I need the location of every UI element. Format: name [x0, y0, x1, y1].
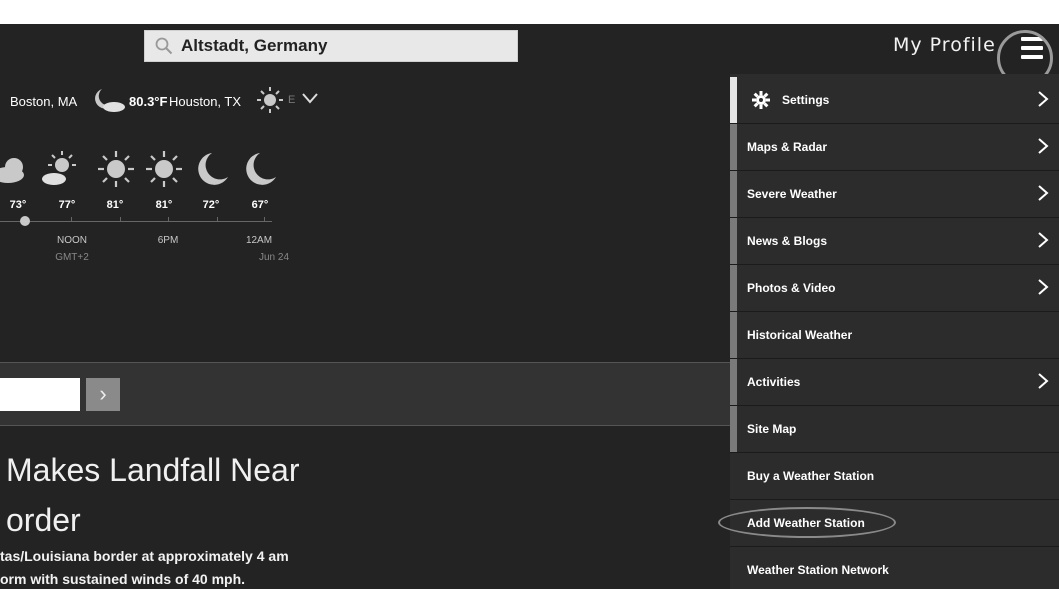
chevron-right-icon — [1038, 279, 1049, 295]
timeline-sublabel: GMT+2 — [55, 252, 89, 263]
menu-item-severe-weather[interactable]: Severe Weather — [730, 171, 1059, 218]
menu-item-label: Settings — [782, 93, 830, 107]
menu-item-label: Severe Weather — [747, 187, 837, 201]
hourly-temp: 81° — [155, 199, 173, 211]
article-summary: tas/Louisiana border at approximately 4 … — [0, 548, 289, 564]
menu-accent-bar — [730, 171, 737, 217]
menu-item-site-map[interactable]: Site Map — [730, 406, 1059, 453]
cloud-icon — [0, 158, 24, 183]
menu-item-settings[interactable]: Settings — [730, 77, 1059, 124]
highlight-ellipse-annotation — [718, 507, 896, 538]
menu-accent-bar — [730, 218, 737, 264]
band-input[interactable] — [0, 378, 80, 411]
sun-icon — [257, 87, 283, 113]
timeline-tick — [217, 217, 218, 222]
menu-item-label: Buy a Weather Station — [747, 469, 875, 483]
moon-icon — [246, 153, 276, 185]
search-icon — [155, 37, 173, 55]
menu-item-maps-radar[interactable]: Maps & Radar — [730, 124, 1059, 171]
menu-item-label: Photos & Video — [747, 281, 836, 295]
ticker-temp-houston: 80.3°F — [129, 94, 168, 109]
hourly-temp: 73° — [9, 199, 27, 211]
timeline-track[interactable] — [0, 221, 272, 222]
moon-cloud-icon — [95, 89, 125, 112]
ticker-city-boston[interactable]: Boston, MA — [10, 94, 77, 109]
timeline-tick — [120, 217, 121, 222]
chevron-right-icon — [1038, 185, 1049, 201]
chevron-down-icon[interactable] — [301, 91, 319, 105]
main-content: Boston, MA 80.3°F Houston, TX E 73° 77° … — [0, 74, 730, 589]
menu-accent-bar — [730, 124, 737, 170]
search-box[interactable]: Altstadt, Germany — [144, 30, 518, 62]
hourly-forecast: 73° 77° 81° 81° 72° 67° NOON GMT+2 6PM 1… — [0, 149, 730, 279]
menu-item-label: Maps & Radar — [747, 140, 828, 154]
menu-accent-bar — [730, 406, 737, 452]
menu-accent-bar — [730, 359, 737, 405]
timeline-label: NOON — [57, 235, 87, 246]
menu-accent-bar — [730, 77, 737, 123]
sun-cloud-icon — [42, 151, 76, 185]
menu-accent-bar — [730, 265, 737, 311]
chevron-right-icon — [1038, 373, 1049, 389]
menu-item-weather-station-network[interactable]: Weather Station Network — [730, 547, 1059, 589]
go-button[interactable]: › — [86, 378, 120, 411]
hourly-temp: 81° — [106, 199, 124, 211]
menu-item-label: Site Map — [747, 422, 797, 436]
menu-item-label: Weather Station Network — [747, 563, 889, 577]
search-input[interactable]: Altstadt, Germany — [181, 31, 327, 61]
chevron-right-icon — [1038, 232, 1049, 248]
menu-item-label: Historical Weather — [747, 328, 853, 342]
search-band: › — [0, 362, 730, 426]
article-summary-line2: orm with sustained winds of 40 mph. — [0, 571, 246, 587]
hourly-temp: 72° — [202, 199, 220, 211]
hourly-temp: 77° — [58, 199, 76, 211]
my-profile-link[interactable]: My Profile — [893, 34, 996, 56]
hourly-temp: 67° — [251, 199, 269, 211]
menu-item-activities[interactable]: Activities — [730, 359, 1059, 406]
menu-item-buy-weather-station[interactable]: Buy a Weather Station — [730, 453, 1059, 500]
timeline-label: 6PM — [157, 235, 179, 246]
sun-icon — [146, 151, 182, 187]
article-headline-line2[interactable]: order — [6, 502, 81, 539]
timeline-tick — [71, 217, 72, 222]
menu-item-historical-weather[interactable]: Historical Weather — [730, 312, 1059, 359]
chevron-right-icon — [1038, 138, 1049, 154]
timeline-label: 12AM — [245, 235, 273, 246]
top-bar: Altstadt, Germany My Profile — [0, 24, 1059, 86]
gear-icon — [752, 91, 770, 109]
menu-item-news-blogs[interactable]: News & Blogs — [730, 218, 1059, 265]
moon-icon — [198, 153, 228, 185]
timeline-tick — [168, 217, 169, 222]
menu-item-photos-video[interactable]: Photos & Video — [730, 265, 1059, 312]
ticker-city-houston[interactable]: Houston, TX — [169, 94, 241, 109]
menu-item-label: Activities — [747, 375, 801, 389]
sun-icon — [98, 151, 134, 187]
timeline-sublabel: Jun 24 — [258, 252, 290, 263]
menu-accent-bar — [730, 312, 737, 358]
chevron-right-icon — [1038, 91, 1049, 107]
timeline-handle[interactable] — [20, 216, 30, 226]
menu-item-label: News & Blogs — [747, 234, 828, 248]
article-headline[interactable]: Makes Landfall Near — [6, 452, 299, 489]
timeline-tick — [264, 217, 265, 222]
ticker-more-fragment: E — [288, 94, 296, 106]
